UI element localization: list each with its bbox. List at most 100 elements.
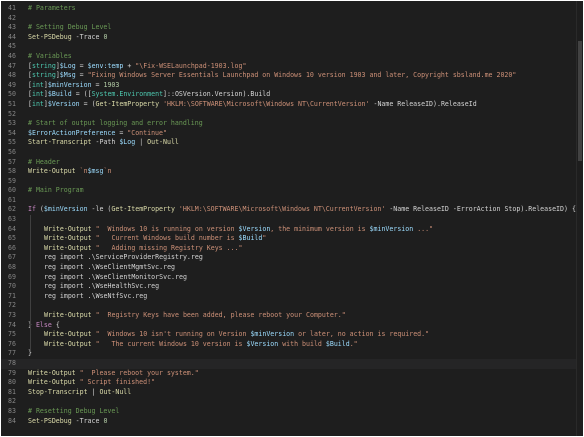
code-text: Write-Output " Windows 10 isn't running … — [44, 330, 429, 340]
code-token-function: Out-Null — [99, 387, 132, 396]
code-line[interactable]: 52 — [1, 110, 577, 120]
code-line[interactable]: 48 [string]$Msg = "Fixing Windows Server … — [1, 71, 577, 81]
code-token-function: Stop-Transcript — [28, 387, 88, 396]
code-text: # Parameters — [28, 4, 76, 14]
code-text: # Main Program — [28, 186, 84, 196]
code-line[interactable]: 58 Write-Output `n$msg`n — [1, 167, 577, 177]
code-line[interactable]: 80 Write-Output " Script finished!" — [1, 378, 577, 388]
code-line[interactable]: 57 # Header — [1, 158, 577, 168]
code-token-keyword: If — [28, 205, 36, 214]
code-text: } — [28, 349, 32, 359]
line-number: 82 — [8, 397, 16, 406]
code-text: [string]$Log = $env:temp + "\Fix-WSELaun… — [28, 62, 246, 72]
code-token-comment: # Start of output logging and error hand… — [28, 119, 203, 128]
code-editor[interactable]: 41 # Parameters 42 43 # Setting Debug Level 4… — [1, 1, 583, 436]
code-text: Write-Output " Script finished!" — [28, 378, 155, 388]
line-number: 64 — [8, 224, 16, 233]
code-token-string: or later, no action is required." — [294, 330, 430, 339]
code-token-string: "Continue" — [127, 128, 167, 137]
line-number: 73 — [8, 311, 16, 319]
code-token-parameter: -Name ReleaseID -ErrorAction Stop).Relea… — [385, 205, 576, 214]
line-number: 60 — [8, 186, 16, 195]
code-line[interactable]: 45 — [1, 42, 577, 52]
vertical-scrollbar[interactable] — [576, 1, 583, 436]
line-number: 61 — [8, 195, 16, 204]
code-line[interactable]: 64 Write-Output " Windows 10 is running o… — [1, 225, 577, 235]
line-number: 57 — [8, 157, 16, 166]
code-line[interactable]: 56 — [1, 148, 577, 158]
line-number: 68 — [8, 263, 16, 272]
code-text: reg import .\WseHealthSvc.reg — [44, 282, 159, 292]
code-token-string: " The current Windows 10 version is — [91, 339, 247, 348]
code-token-parameter: -Name ReleaseID).ReleaseId — [369, 99, 477, 108]
code-line[interactable]: 50 [int]$Build = ([System.Environment]::O… — [1, 90, 577, 100]
code-line[interactable]: 77} — [1, 349, 577, 359]
code-token-variable: $msg — [87, 167, 104, 176]
code-line[interactable]: 41 # Parameters — [1, 4, 577, 14]
code-token-operator: = — [75, 61, 88, 70]
code-token-comment: # Setting Debug Level — [28, 23, 112, 32]
code-line[interactable]: 68 reg import .\WseClientMgmtSvc.reg — [1, 263, 577, 273]
code-token-number: 0 — [103, 32, 108, 41]
line-number: 84 — [8, 416, 16, 425]
code-line[interactable]: 61 — [1, 196, 577, 206]
code-line[interactable]: 55 Start-Transcript -Path $Log | Out-Null — [1, 138, 577, 148]
code-line[interactable]: 84 Set-PSDebug -Trace 0 — [1, 417, 577, 427]
line-number: 78 — [8, 358, 16, 367]
code-line[interactable]: 67 reg import .\ServiceProviderRegistry.r… — [1, 253, 577, 263]
code-token-string: " Registry Keys have been added, please … — [91, 311, 346, 319]
code-text: reg import .\WseClientMonitorSvc.reg — [44, 273, 187, 283]
code-line[interactable]: 44 Set-PSDebug -Trace 0 — [1, 33, 577, 43]
code-line[interactable]: 51 [int]$Version = (Get-ItemProperty 'HKL… — [1, 100, 577, 110]
code-line[interactable]: 74} Else { — [1, 321, 577, 331]
code-token-default: reg import .\WseClientMgmtSvc.reg — [44, 263, 176, 272]
line-number: 53 — [8, 119, 16, 128]
code-line[interactable]: 81 Stop-Transcript | Out-Null — [1, 388, 577, 398]
code-line[interactable]: 79 Write-Output " Please reboot your syst… — [1, 369, 577, 379]
code-line[interactable]: 54 $ErrorActionPreference = "Continue" — [1, 129, 577, 139]
code-line[interactable]: 72 — [1, 301, 577, 311]
code-token-parameter: -Trace — [71, 32, 104, 41]
scrollbar-thumb[interactable] — [578, 41, 582, 161]
code-line[interactable]: 73 Write-Output " Registry Keys have been… — [1, 311, 577, 321]
code-line[interactable]: 66 Write-Output " Adding missing Registry… — [1, 244, 577, 254]
code-token-operator: = ([ — [71, 90, 92, 99]
line-number: 46 — [8, 51, 16, 60]
code-line[interactable]: 82 — [1, 397, 577, 407]
code-line[interactable]: 78 — [1, 358, 577, 369]
code-token-function: Write-Output — [44, 311, 92, 319]
code-line[interactable]: 70 reg import .\WseHealthSvc.reg — [1, 282, 577, 292]
code-line[interactable]: 47 [string]$Log = $env:temp + "\Fix-WSELa… — [1, 62, 577, 72]
code-line[interactable]: 42 — [1, 14, 577, 24]
code-line[interactable]: 83 # Resetting Debug Level — [1, 407, 577, 417]
code-line[interactable]: 71 reg import .\WseNtfSvc.reg — [1, 292, 577, 302]
code-token-comment: # Main Program — [28, 186, 84, 195]
code-line[interactable]: 53 # Start of output logging and error ha… — [1, 119, 577, 129]
code-line[interactable]: 65 Write-Output " Current Windows build n… — [1, 234, 577, 244]
code-token-keyword: Else — [35, 320, 52, 329]
code-area[interactable]: 41 # Parameters 42 43 # Setting Debug Level 4… — [1, 4, 577, 426]
code-text: Start-Transcript -Path $Log | Out-Null — [28, 138, 179, 148]
code-token-operator: } — [28, 349, 32, 358]
code-line[interactable]: 49 [int]$minVersion = 1903 — [1, 81, 577, 91]
code-line[interactable]: 63 — [1, 215, 577, 225]
code-token-string: " Windows 10 is running on version — [91, 224, 239, 233]
code-line[interactable]: 46 # Variables — [1, 52, 577, 62]
code-token-function: Set-PSDebug — [28, 416, 72, 425]
line-number: 65 — [8, 234, 16, 243]
code-text: reg import .\WseClientMgmtSvc.reg — [44, 263, 175, 273]
code-token-variable: $Build — [238, 234, 263, 243]
code-line[interactable]: 43 # Setting Debug Level — [1, 23, 577, 33]
code-line[interactable]: 76 Write-Output " The current Windows 10 … — [1, 340, 577, 350]
code-line[interactable]: 59 — [1, 177, 577, 187]
line-number: 76 — [8, 339, 16, 348]
code-line[interactable]: 75 Write-Output " Windows 10 isn't runnin… — [1, 330, 577, 340]
code-text: # Setting Debug Level — [28, 23, 111, 33]
code-token-variable: $Build — [47, 90, 72, 99]
code-line[interactable]: 69 reg import .\WseClientMonitorSvc.reg — [1, 273, 577, 283]
code-token-comment: # Resetting Debug Level — [28, 406, 120, 415]
code-line[interactable]: 62 If ($minVersion -le (Get-ItemProperty … — [1, 205, 577, 215]
code-token-operator: | — [87, 387, 100, 396]
line-number: 52 — [8, 109, 16, 118]
code-line[interactable]: 60 # Main Program — [1, 186, 577, 196]
